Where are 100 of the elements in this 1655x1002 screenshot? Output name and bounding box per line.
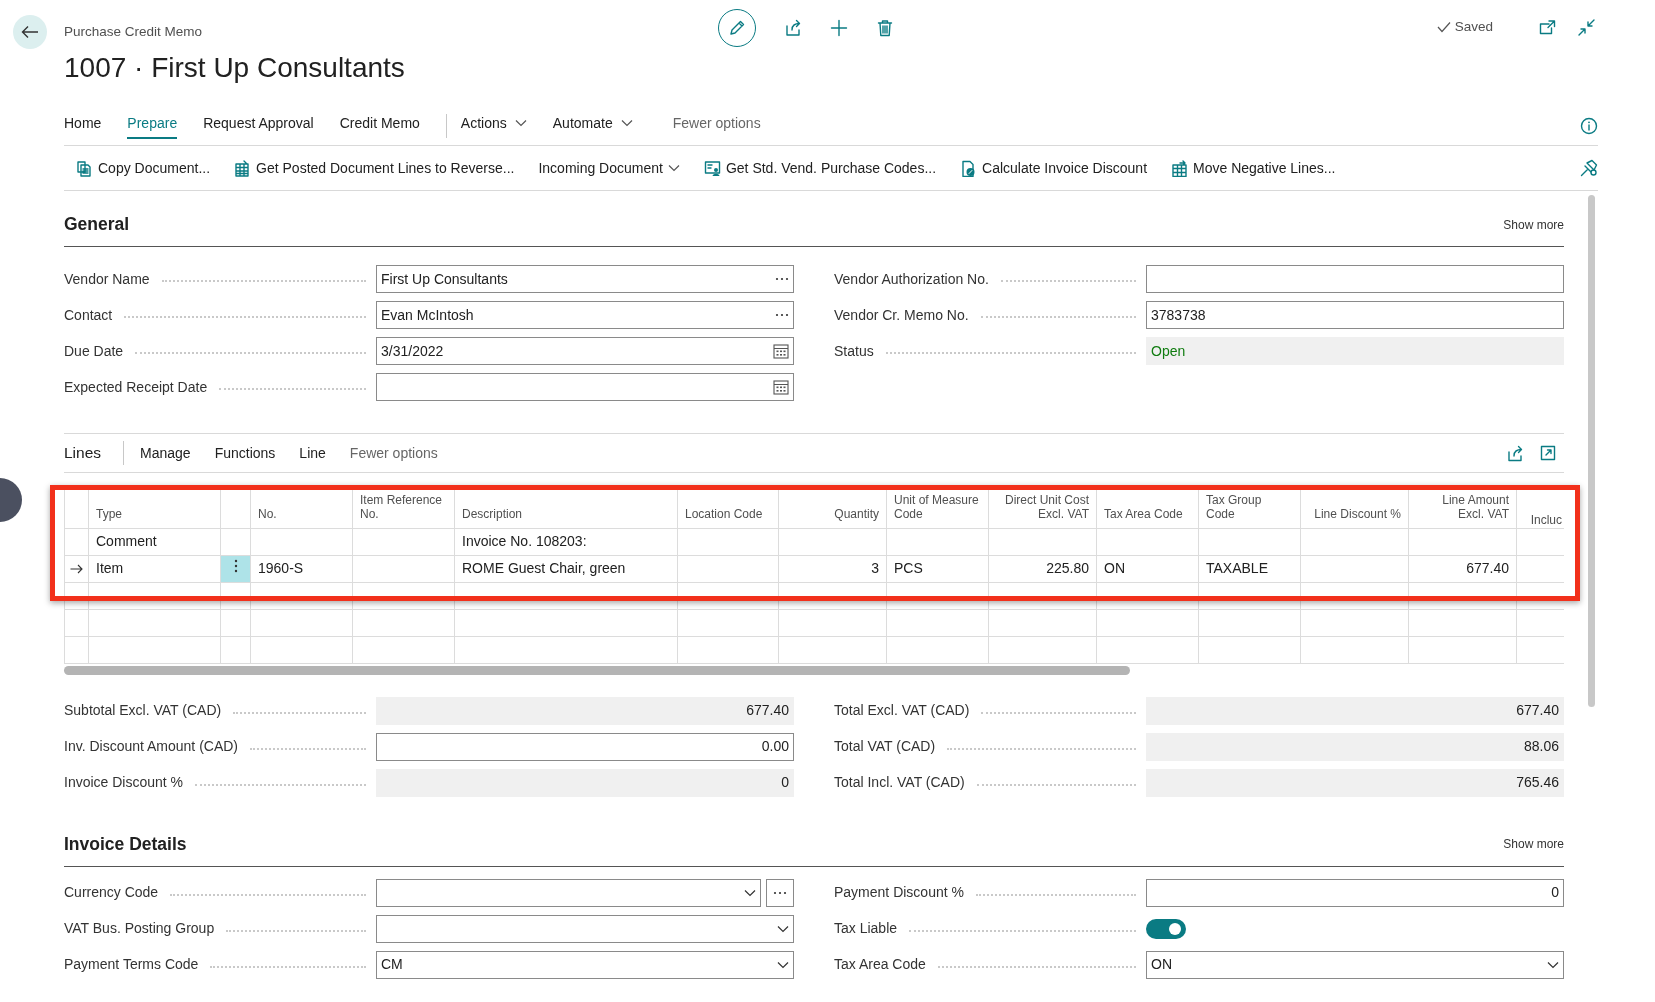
table-cell: TAXABLE xyxy=(1198,555,1301,582)
readonly-field: 88.06 xyxy=(1146,732,1564,761)
chevron-down-icon xyxy=(744,888,756,897)
share-icon[interactable] xyxy=(784,19,802,37)
input-field[interactable]: CM xyxy=(376,950,794,979)
input-field[interactable] xyxy=(376,914,794,943)
field-label: Expected Receipt Date xyxy=(64,377,208,397)
input-field[interactable]: ON xyxy=(1146,950,1564,979)
input-field[interactable]: 0 xyxy=(1146,878,1564,907)
field-label: Tax Area Code xyxy=(834,955,926,974)
field-label: Tax Liable xyxy=(834,919,898,938)
expand-icon[interactable] xyxy=(1540,445,1556,461)
field-label: Currency Code xyxy=(64,883,159,902)
info-icon[interactable] xyxy=(1580,116,1598,135)
fewer-options-link[interactable]: Fewer options xyxy=(672,112,761,139)
field-label: Invoice Discount % xyxy=(64,773,184,792)
input-field[interactable]: 0.00 xyxy=(376,732,794,761)
back-button[interactable] xyxy=(13,15,47,49)
action-button[interactable]: Get Posted Document Lines to Reverse... xyxy=(222,157,527,179)
input-field[interactable] xyxy=(376,373,794,401)
show-more-link[interactable]: Show more xyxy=(1503,215,1564,234)
field-label: Vendor Cr. Memo No. xyxy=(834,305,969,325)
table-cell: PCS xyxy=(886,555,989,582)
field-label: Payment Terms Code xyxy=(64,955,199,974)
chevron-down-icon xyxy=(514,119,527,127)
field-label: Due Date xyxy=(64,341,124,361)
lookup-button[interactable] xyxy=(766,878,794,907)
popout-icon[interactable] xyxy=(1539,19,1556,35)
page-title: 1007 · First Up Consultants xyxy=(64,54,406,82)
ellipsis-icon xyxy=(775,277,789,281)
table-cell: ON xyxy=(1096,555,1199,582)
check-icon xyxy=(1436,21,1451,34)
tab[interactable]: Prepare xyxy=(127,112,178,139)
tab[interactable]: Credit Memo xyxy=(339,112,420,139)
action-button[interactable]: Copy Document... xyxy=(64,157,223,179)
readonly-field: 677.40 xyxy=(376,696,794,725)
plus-icon[interactable] xyxy=(830,19,848,37)
section-title: Invoice Details xyxy=(64,833,187,855)
collapse-icon[interactable] xyxy=(1578,18,1595,36)
action-button[interactable]: Incoming Document xyxy=(526,157,692,179)
calendar-arrow-icon xyxy=(1171,159,1189,177)
table-cell: Comment xyxy=(88,528,221,555)
input-field[interactable]: First Up Consultants xyxy=(376,265,794,293)
field-label: VAT Bus. Posting Group xyxy=(64,919,215,938)
calendar-icon xyxy=(773,343,789,359)
input-field[interactable]: Evan McIntosh xyxy=(376,301,794,329)
row-menu-button[interactable] xyxy=(233,559,238,573)
pencil-icon xyxy=(728,19,746,37)
ellipsis-icon xyxy=(773,890,787,895)
fewer-options-link[interactable]: Fewer options xyxy=(337,442,450,464)
calendar-icon xyxy=(773,379,789,395)
share-icon[interactable] xyxy=(1507,444,1524,462)
field-label: Vendor Authorization No. xyxy=(834,269,989,289)
tab[interactable]: Request Approval xyxy=(203,112,314,139)
table-cell: 225.80 xyxy=(988,555,1097,582)
table-cell: Invoice No. 108203: xyxy=(454,528,678,555)
field-label: Status xyxy=(834,341,874,361)
table-cell: Item xyxy=(88,555,221,582)
toggle-switch[interactable] xyxy=(1146,918,1186,939)
ellipsis-icon xyxy=(775,313,789,317)
action-button[interactable]: Calculate Invoice Discount xyxy=(948,157,1160,179)
pin-icon[interactable] xyxy=(1580,159,1598,177)
input-field[interactable]: 3783738 xyxy=(1146,301,1564,329)
input-field[interactable] xyxy=(1146,265,1564,293)
breadcrumb-text: Purchase Credit Memo xyxy=(64,22,203,41)
action-button[interactable]: Get Std. Vend. Purchase Codes... xyxy=(691,157,949,179)
field-label: Total Incl. VAT (CAD) xyxy=(834,773,965,792)
menu-button[interactable]: Actions xyxy=(460,112,527,139)
chevron-down-icon xyxy=(777,960,789,969)
input-field[interactable] xyxy=(376,878,761,907)
table-cell: ROME Guest Chair, green xyxy=(454,555,678,582)
readonly-field: Open xyxy=(1146,337,1564,365)
trash-icon[interactable] xyxy=(876,19,894,37)
field-label: Total VAT (CAD) xyxy=(834,737,936,756)
field-label: Inv. Discount Amount (CAD) xyxy=(64,737,239,756)
readonly-field: 677.40 xyxy=(1146,696,1564,725)
chevron-down-icon xyxy=(1547,960,1559,969)
chevron-down-icon xyxy=(667,164,680,172)
card-person-icon xyxy=(703,159,721,177)
tab[interactable]: Home xyxy=(64,112,102,139)
menu-button[interactable]: Functions xyxy=(202,442,288,464)
readonly-field: 0 xyxy=(376,768,794,797)
menu-button[interactable]: Line xyxy=(287,442,338,464)
menu-button[interactable]: Manage xyxy=(128,442,203,464)
show-more-link[interactable]: Show more xyxy=(1503,835,1564,853)
field-label: Contact xyxy=(64,305,113,325)
section-title: Lines xyxy=(64,441,125,465)
calculator-icon xyxy=(234,159,252,177)
field-label: Vendor Name xyxy=(64,269,150,289)
menu-button[interactable]: Automate xyxy=(552,112,633,139)
current-row-arrow-icon xyxy=(70,564,83,575)
saved-status: Saved xyxy=(1454,18,1493,36)
action-button[interactable]: Move Negative Lines... xyxy=(1159,157,1348,179)
readonly-field: 765.46 xyxy=(1146,768,1564,797)
edit-button[interactable] xyxy=(718,9,756,47)
back-arrow-icon xyxy=(21,25,39,39)
field-label: Payment Discount % xyxy=(834,883,964,902)
input-field[interactable]: 3/31/2022 xyxy=(376,337,794,365)
vertical-dots-icon xyxy=(233,559,238,573)
chevron-down-icon xyxy=(777,924,789,933)
